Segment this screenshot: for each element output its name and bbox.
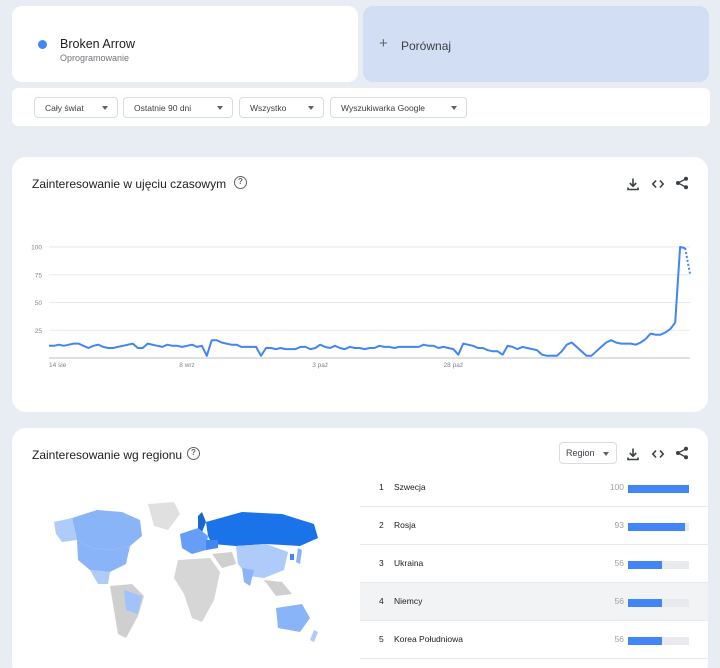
x-tick-label: 3 paź: [312, 362, 328, 369]
search-term-card[interactable]: Broken Arrow Oprogramowanie: [12, 6, 358, 82]
map-south-korea: [290, 554, 294, 560]
region-name: Korea Południowa: [394, 634, 463, 644]
region-bar-track: [628, 599, 689, 607]
filter-time-range-label: Ostatnie 90 dni: [134, 102, 192, 113]
y-tick-label: 100: [31, 245, 42, 252]
map-southeast-asia: [264, 580, 292, 596]
caret-down-icon: [102, 106, 108, 110]
compare-button[interactable]: + Porównaj: [363, 6, 709, 82]
y-tick-label: 25: [35, 328, 43, 335]
world-map[interactable]: [52, 498, 322, 648]
region-rank: 1: [379, 482, 384, 492]
download-icon[interactable]: [626, 447, 640, 461]
series-color-dot: [38, 40, 47, 49]
region-rank: 5: [379, 634, 384, 644]
caret-down-icon: [603, 452, 609, 456]
region-bar-fill: [628, 637, 663, 645]
region-bar-track: [628, 523, 689, 531]
region-resolution-select[interactable]: Region: [559, 442, 617, 464]
region-select-label: Region: [566, 448, 595, 458]
region-bar-fill: [628, 523, 685, 531]
map-mexico: [90, 570, 110, 584]
region-name: Ukraina: [394, 558, 424, 568]
interest-line-chart: 100 75 50 25 14 sie 8 wrz 3 paź 28 paź: [31, 245, 691, 369]
series-line-partial: [684, 247, 691, 274]
caret-down-icon: [308, 106, 314, 110]
region-value: 100: [609, 482, 624, 492]
map-india: [242, 568, 254, 586]
caret-down-icon: [451, 106, 457, 110]
interest-by-region-title: Zainteresowanie wg regionu: [32, 448, 183, 462]
region-value: 56: [614, 596, 624, 606]
region-row[interactable]: 4 Niemcy 56: [360, 583, 708, 621]
region-row[interactable]: 5 Korea Południowa 56: [360, 621, 708, 659]
filter-search-type-label: Wyszukiwarka Google: [341, 102, 426, 113]
filter-category[interactable]: Wszystko: [239, 97, 324, 118]
map-japan: [296, 548, 302, 564]
help-icon[interactable]: ?: [187, 447, 200, 460]
x-tick-label: 28 paź: [444, 362, 464, 369]
x-tick-label: 14 sie: [49, 362, 67, 369]
region-bar-fill: [628, 485, 689, 493]
region-name: Niemcy: [394, 596, 423, 606]
region-name: Rosja: [394, 520, 416, 530]
region-rank: 2: [379, 520, 384, 530]
map-australia: [276, 604, 310, 632]
filter-location-label: Cały świat: [45, 102, 84, 113]
map-africa: [174, 558, 220, 622]
region-bar-track: [628, 485, 689, 493]
region-value: 56: [614, 558, 624, 568]
filters-bar: Cały świat Ostatnie 90 dni Wszystko Wysz…: [12, 88, 710, 126]
embed-icon[interactable]: [651, 447, 665, 461]
map-new-zealand: [310, 630, 318, 642]
region-bar-track: [628, 637, 689, 645]
map-greenland: [148, 502, 180, 530]
region-bar-fill: [628, 561, 663, 569]
filter-location[interactable]: Cały świat: [34, 97, 118, 118]
region-bar-track: [628, 561, 689, 569]
y-tick-label: 50: [35, 300, 43, 307]
region-name: Szwecja: [394, 482, 426, 492]
search-term-title: Broken Arrow: [60, 37, 136, 51]
map-middle-east: [212, 552, 236, 568]
region-row[interactable]: 1 Szwecja 100: [360, 469, 708, 507]
y-tick-label: 75: [35, 272, 43, 279]
series-line: [49, 246, 686, 357]
compare-label: Porównaj: [401, 39, 452, 53]
map-europe: [180, 528, 208, 554]
interest-over-time-card: Zainteresowanie w ujęciu czasowym ? 100 7…: [12, 157, 708, 412]
filter-category-label: Wszystko: [250, 102, 287, 113]
interest-by-region-card: Zainteresowanie wg regionu ? Region 1 Sz…: [12, 428, 708, 668]
x-tick-label: 8 wrz: [179, 362, 195, 369]
region-rank: 3: [379, 558, 384, 568]
region-row[interactable]: 3 Ukraina 56: [360, 545, 708, 583]
map-ukraine: [206, 540, 218, 550]
plus-icon: +: [379, 35, 388, 52]
region-rank: 4: [379, 596, 384, 606]
region-value: 93: [614, 520, 624, 530]
filter-time-range[interactable]: Ostatnie 90 dni: [123, 97, 233, 118]
filter-search-type[interactable]: Wyszukiwarka Google: [330, 97, 467, 118]
caret-down-icon: [217, 106, 223, 110]
map-russia: [206, 512, 318, 546]
share-icon[interactable]: [675, 446, 689, 460]
region-row[interactable]: 2 Rosja 93: [360, 507, 708, 545]
search-term-category: Oprogramowanie: [60, 53, 130, 63]
region-bar-fill: [628, 599, 663, 607]
region-value: 56: [614, 634, 624, 644]
